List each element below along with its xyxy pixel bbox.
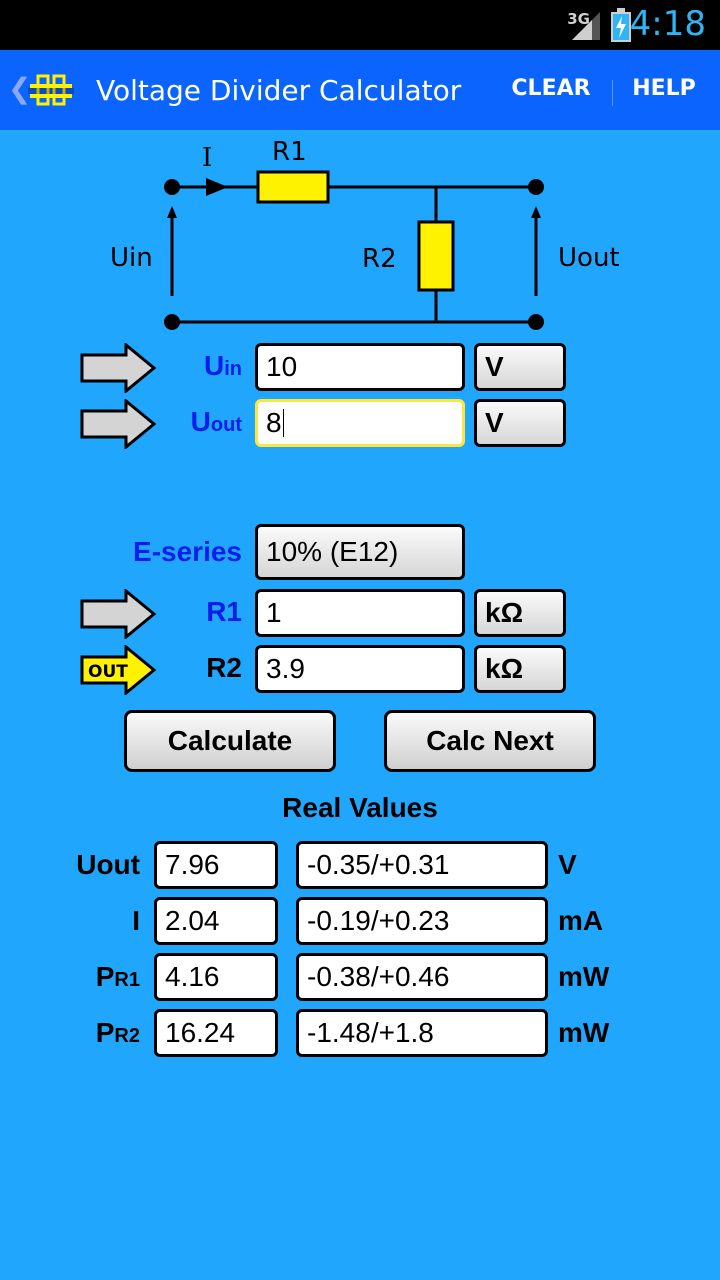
r2-resistor [417,220,455,292]
input-arrow-icon [80,399,156,449]
r1-unit-button[interactable]: kΩ [474,589,566,637]
input-arrow-icon [80,343,156,393]
uout-diagram-label: Uout [558,243,620,273]
signal-icon [572,12,600,40]
uin-unit-button[interactable]: V [474,343,566,391]
clear-button[interactable]: CLEAR [506,76,596,101]
real-uout-tolerance: -0.35/+0.31 [296,841,548,889]
eseries-select[interactable]: 10% (E12) [255,524,465,580]
real-pr2-tolerance: -1.48/+1.8 [296,1009,548,1057]
uin-diagram-label: Uin [110,243,153,273]
r1-resistor [256,170,330,204]
real-pr2-value: 16.24 [154,1009,278,1057]
text-caret [282,409,284,437]
uin-input[interactable]: 10 [255,343,465,391]
action-separator [612,80,613,106]
r2-diagram-label: R2 [362,244,397,274]
app-logo-icon[interactable] [28,70,74,110]
real-uout-label: Uout [76,849,140,880]
current-label: I [202,143,212,173]
real-i-label: I [132,905,140,936]
real-pr1-unit: mW [558,961,610,992]
app-title: Voltage Divider Calculator [96,74,462,107]
real-i-unit: mA [558,905,604,936]
out-badge: OUT [88,662,128,682]
real-i-tolerance: -0.19/+0.23 [296,897,548,945]
uout-input[interactable]: 8 [255,399,465,447]
r2-unit-button[interactable]: kΩ [474,645,566,693]
real-pr1-label: PR1 [95,961,140,992]
r1-diagram-label: R1 [272,137,307,167]
input-arrow-icon [80,589,156,639]
r2-label: R2 [206,652,242,683]
real-pr1-tolerance: -0.38/+0.46 [296,953,548,1001]
r1-label: R1 [206,596,242,627]
calculate-button[interactable]: Calculate [124,710,336,772]
eseries-label: E-series [133,536,242,567]
real-values-title: Real Values [282,792,438,823]
output-arrow-icon: OUT [80,645,156,695]
help-button[interactable]: HELP [624,76,704,101]
real-pr2-label: PR2 [95,1017,140,1048]
real-i-value: 2.04 [154,897,278,945]
real-uout-unit: V [558,849,577,880]
uout-label: Uout [190,406,242,437]
real-pr2-unit: mW [558,1017,610,1048]
real-pr1-value: 4.16 [154,953,278,1001]
calc-next-button[interactable]: Calc Next [384,710,596,772]
r1-input[interactable]: 1 [255,589,465,637]
uout-unit-button[interactable]: V [474,399,566,447]
r2-output: 3.9 [255,645,465,693]
clock: 4:18 [629,4,706,44]
circuit-diagram: I R1 R2 Uin Uout [110,137,620,330]
real-uout-value: 7.96 [154,841,278,889]
uin-label: Uin [203,350,242,381]
